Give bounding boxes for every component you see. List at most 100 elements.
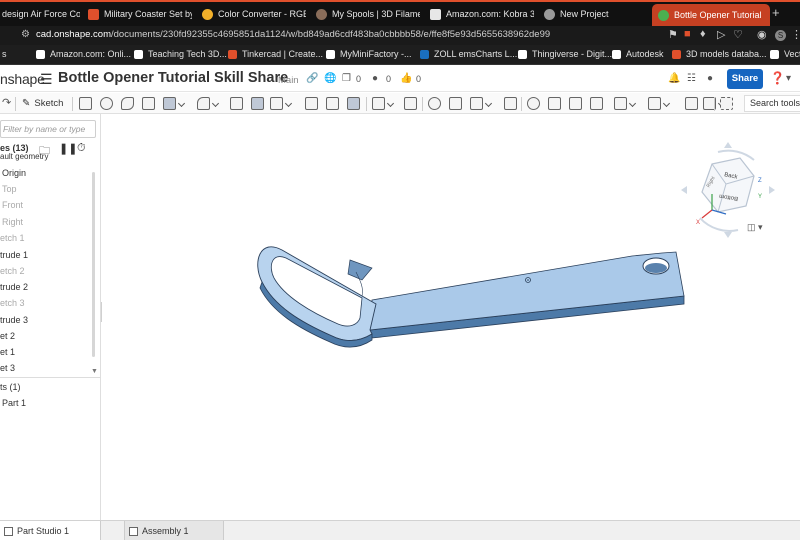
scroll-down-arrow-icon[interactable]: ▼ <box>91 368 98 375</box>
view-right-arrow-icon[interactable] <box>769 186 775 194</box>
site-info-icon[interactable]: ⚙ <box>21 29 30 40</box>
bookmark-item[interactable]: s <box>2 49 7 59</box>
chevron-down-icon[interactable]: ▾ <box>758 222 763 232</box>
browser-tab-4[interactable]: My Spools | 3D Filamen <box>316 5 420 23</box>
transform-icon[interactable] <box>428 97 441 110</box>
branch-name[interactable]: Main <box>278 75 299 86</box>
feature-sketch-1[interactable]: etch 1 <box>0 233 25 243</box>
tab-part-studio-1[interactable]: Part Studio 1 <box>0 521 101 540</box>
extrude-icon[interactable] <box>79 97 92 110</box>
feature-front-plane[interactable]: Front <box>2 200 23 210</box>
browser-tab-1[interactable]: design Air Force Coo <box>2 5 80 23</box>
versions-icon[interactable]: ● <box>372 73 378 84</box>
thicken-icon[interactable] <box>163 97 176 110</box>
feature-extrude-1[interactable]: trude 1 <box>0 250 28 260</box>
helix-icon[interactable] <box>527 97 540 110</box>
extension-icon[interactable]: ■ <box>684 28 691 40</box>
shell-icon[interactable] <box>305 97 318 110</box>
app-store-icon[interactable]: ☷ <box>687 73 696 84</box>
tab-assembly-1[interactable]: Assembly 1 <box>124 521 224 540</box>
url-text[interactable]: cad.onshape.com/documents/230fd92355c469… <box>36 29 550 40</box>
boolean-icon[interactable] <box>372 97 385 110</box>
draft-icon[interactable] <box>251 97 264 110</box>
feature-fillet-2[interactable]: et 2 <box>0 331 15 341</box>
browser-tab-2[interactable]: Military Coaster Set by <box>88 5 192 23</box>
linear-pattern-icon[interactable] <box>347 97 360 110</box>
menu-icon[interactable]: ⋮ <box>791 28 800 41</box>
sketch-button[interactable]: ✎ Sketch <box>22 96 63 111</box>
split-icon[interactable] <box>404 97 417 110</box>
mate-connector-icon[interactable] <box>504 97 517 110</box>
bookmark-item[interactable]: Amazon.com: Onli... <box>36 49 131 59</box>
bookmark-item[interactable]: Tinkercad | Create... <box>228 49 323 59</box>
fillet-icon[interactable] <box>197 97 210 110</box>
sheet-metal-icon[interactable] <box>590 97 603 110</box>
bookmark-item[interactable]: MyMiniFactory -... <box>326 49 412 59</box>
bookmark-item[interactable]: Thingiverse - Digit... <box>518 49 612 59</box>
timer-icon[interactable]: ⏱ <box>77 142 86 155</box>
globe-icon[interactable]: 🌐 <box>324 73 336 84</box>
wrap-icon[interactable] <box>569 97 582 110</box>
bookmark-heart-icon[interactable]: ♡ <box>733 28 743 41</box>
share-button[interactable]: Share <box>727 69 763 89</box>
bookmark-item[interactable]: Teaching Tech 3D... <box>134 49 227 59</box>
cube-view-icon[interactable]: ◫ <box>747 222 756 232</box>
sweep-icon[interactable] <box>121 97 134 110</box>
redo-icon[interactable]: ↷ <box>2 96 11 109</box>
link-icon[interactable]: 🔗 <box>306 73 318 84</box>
browser-tab-active[interactable]: Bottle Opener Tutorial Ski <box>652 4 770 26</box>
view-options-menu[interactable]: ◫ ▾ <box>747 222 763 233</box>
view-left-arrow-icon[interactable] <box>681 186 687 194</box>
help-icon[interactable]: ❓ <box>770 71 785 85</box>
copies-icon[interactable]: ❐ <box>342 73 351 84</box>
pause-icon[interactable]: ❚❚ <box>59 142 77 155</box>
default-geometry-group[interactable]: ault geometry <box>0 152 48 161</box>
part-item[interactable]: Part 1 <box>2 398 26 408</box>
parts-header[interactable]: ts (1) <box>0 382 21 392</box>
browser-tab-5[interactable]: Amazon.com: Kobra 3 C <box>430 5 534 23</box>
frame-icon[interactable] <box>648 97 661 110</box>
feature-top-plane[interactable]: Top <box>2 184 17 194</box>
feature-right-plane[interactable]: Right <box>2 217 23 227</box>
mirror-icon[interactable] <box>449 97 462 110</box>
notification-bell-icon[interactable]: 🔔 <box>668 73 680 84</box>
view-cube[interactable]: Back Bottom Right X Y Z <box>678 140 778 240</box>
rotate-arc-bottom[interactable] <box>699 217 739 232</box>
bookmark-item[interactable]: Vecto <box>770 49 800 59</box>
thread-icon[interactable] <box>548 97 561 110</box>
address-bar[interactable]: ⚙ cad.onshape.com/documents/230fd92355c4… <box>0 26 800 45</box>
feature-fillet-1[interactable]: et 1 <box>0 347 15 357</box>
feature-filter-input[interactable]: Filter by name or type <box>0 120 96 138</box>
variable-icon[interactable] <box>685 97 698 110</box>
bookmark-item[interactable]: Autodesk <box>612 49 664 59</box>
learning-center-icon[interactable]: ● <box>707 73 713 84</box>
feature-extrude-3[interactable]: trude 3 <box>0 315 28 325</box>
browser-tab-6[interactable]: New Project <box>544 5 644 23</box>
plane-icon[interactable] <box>470 97 483 110</box>
selection-filter-icon[interactable] <box>720 97 733 110</box>
chevron-down-icon[interactable]: ▾ <box>786 73 791 84</box>
feature-origin[interactable]: Origin <box>2 168 26 178</box>
rib-icon[interactable] <box>270 97 283 110</box>
eye-icon[interactable]: ◉ <box>757 28 767 41</box>
extension-icon[interactable]: ♦ <box>700 28 706 40</box>
loft-icon[interactable] <box>142 97 155 110</box>
feature-sketch-3[interactable]: etch 3 <box>0 298 25 308</box>
feature-fillet-3[interactable]: et 3 <box>0 363 15 373</box>
hamburger-menu-icon[interactable]: ☰ <box>40 71 53 88</box>
feature-extrude-2[interactable]: trude 2 <box>0 282 28 292</box>
profile-avatar[interactable]: S <box>775 30 786 41</box>
surface-icon[interactable] <box>614 97 627 110</box>
graphics-viewport[interactable]: Back Bottom Right X Y Z ◫ ▾ <box>102 114 800 520</box>
bookmark-item[interactable]: ZOLL emsCharts L... <box>420 49 517 59</box>
chamfer-icon[interactable] <box>230 97 243 110</box>
view-down-arrow-icon[interactable] <box>724 232 732 238</box>
browser-tab-3[interactable]: Color Converter - RGB, <box>202 5 306 23</box>
view-up-arrow-icon[interactable] <box>724 142 732 148</box>
document-title[interactable]: Bottle Opener Tutorial Skill Share <box>58 70 288 86</box>
extension-icon[interactable]: ⚑ <box>668 28 678 41</box>
feature-list-scrollbar[interactable] <box>92 172 95 357</box>
revolve-icon[interactable] <box>100 97 113 110</box>
bottle-opener-model[interactable] <box>252 232 692 352</box>
play-icon[interactable]: ▷ <box>717 28 725 41</box>
